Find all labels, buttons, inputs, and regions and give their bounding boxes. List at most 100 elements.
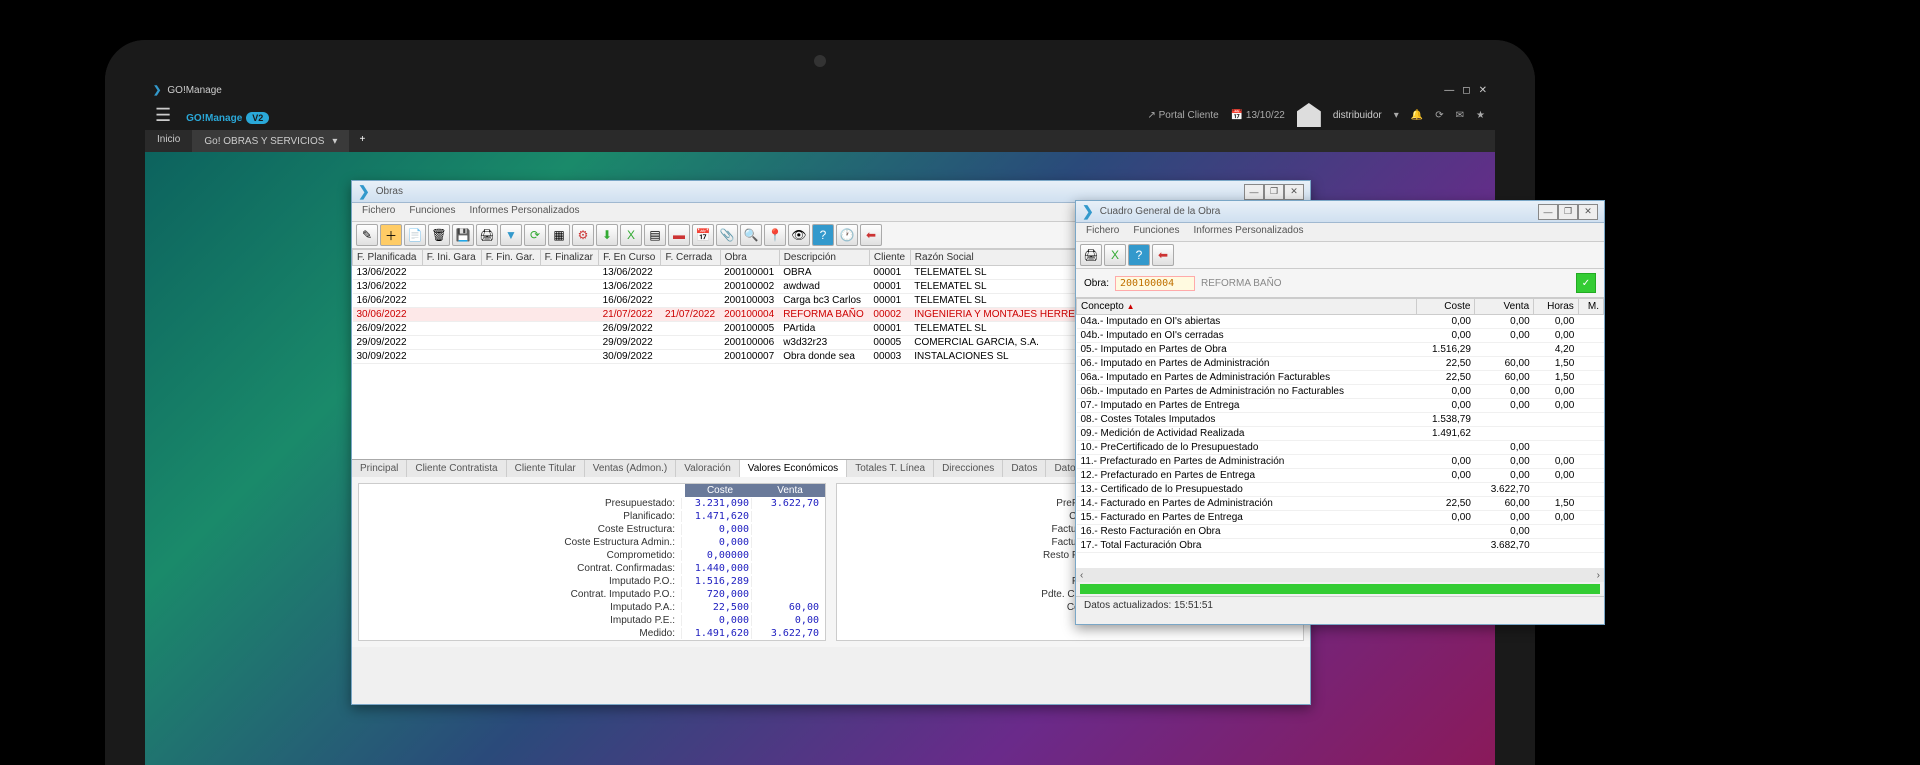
minimize-button[interactable]: —: [1444, 85, 1454, 96]
table-row[interactable]: 10.- PreCertificado de lo Presupuestado0…: [1077, 441, 1604, 455]
pin-icon[interactable]: 📍: [764, 224, 786, 246]
gear-icon[interactable]: ⚙: [572, 224, 594, 246]
tab-home[interactable]: Inicio: [145, 130, 192, 152]
exit-icon[interactable]: ⬅: [1152, 244, 1174, 266]
table-row[interactable]: 09.- Medición de Actividad Realizada1.49…: [1077, 427, 1604, 441]
filter-icon[interactable]: ▼: [500, 224, 522, 246]
tab-add-button[interactable]: +: [349, 130, 375, 152]
delete-icon[interactable]: 🗑: [428, 224, 450, 246]
tab-totales-t--l-nea[interactable]: Totales T. Línea: [847, 460, 934, 477]
xml-icon[interactable]: ⬇: [596, 224, 618, 246]
refresh-icon[interactable]: ⟳: [524, 224, 546, 246]
table-row[interactable]: 16.- Resto Facturación en Obra0,00: [1077, 525, 1604, 539]
cuadro-grid[interactable]: Concepto ▲CosteVentaHorasM. 04a.- Imputa…: [1076, 298, 1604, 568]
chevron-down-icon[interactable]: ▾: [1394, 110, 1399, 121]
table-row[interactable]: 11.- Prefacturado en Partes de Administr…: [1077, 455, 1604, 469]
col-header[interactable]: Venta: [1475, 299, 1534, 315]
menu-informes personalizados[interactable]: Informes Personalizados: [1194, 225, 1304, 239]
table-row[interactable]: 14.- Facturado en Partes de Administraci…: [1077, 497, 1604, 511]
excel-icon[interactable]: X: [620, 224, 642, 246]
mail-icon[interactable]: ✉: [1456, 110, 1464, 121]
col-header[interactable]: Coste: [1416, 299, 1475, 315]
table-row[interactable]: 15.- Facturado en Partes de Entrega0,000…: [1077, 511, 1604, 525]
col-header[interactable]: Cliente: [869, 250, 910, 266]
window-minimize[interactable]: —: [1244, 184, 1264, 200]
confirm-button[interactable]: ✓: [1576, 273, 1596, 293]
col-header[interactable]: F. Cerrada: [661, 250, 720, 266]
table-row[interactable]: 06a.- Imputado en Partes de Administraci…: [1077, 371, 1604, 385]
col-header[interactable]: Descripción: [779, 250, 869, 266]
exit-icon[interactable]: ⬅: [860, 224, 882, 246]
tab-dropdown-icon[interactable]: ▾: [332, 136, 337, 147]
table-row[interactable]: 07.- Imputado en Partes de Entrega0,000,…: [1077, 399, 1604, 413]
tab-direcciones[interactable]: Direcciones: [934, 460, 1003, 477]
table-row[interactable]: 12.- Prefacturado en Partes de Entrega0,…: [1077, 469, 1604, 483]
user-avatar-icon[interactable]: [1297, 103, 1321, 127]
print-icon[interactable]: 🖨: [1080, 244, 1102, 266]
calendar-icon[interactable]: ▬: [668, 224, 690, 246]
tab-valores-econ-micos[interactable]: Valores Económicos: [740, 460, 847, 477]
menu-icon[interactable]: ☰: [155, 105, 171, 126]
window-minimize[interactable]: —: [1538, 204, 1558, 220]
help-icon[interactable]: ?: [1128, 244, 1150, 266]
table-row[interactable]: 08.- Costes Totales Imputados1.538,79: [1077, 413, 1604, 427]
grid-icon[interactable]: ▦: [548, 224, 570, 246]
col-header[interactable]: Concepto ▲: [1077, 299, 1417, 315]
menu-funciones[interactable]: Funciones: [1133, 225, 1179, 239]
col-header[interactable]: Obra: [720, 250, 779, 266]
help-icon[interactable]: ?: [812, 224, 834, 246]
col-header[interactable]: F. Planificada: [353, 250, 423, 266]
window-restore[interactable]: ❐: [1558, 204, 1578, 220]
table-row[interactable]: 04b.- Imputado en OI's cerradas0,000,000…: [1077, 329, 1604, 343]
copy-icon[interactable]: 📄: [404, 224, 426, 246]
col-header[interactable]: F. Fin. Gar.: [481, 250, 540, 266]
menu-informes personalizados[interactable]: Informes Personalizados: [470, 205, 580, 219]
table-icon[interactable]: ▤: [644, 224, 666, 246]
tab-cliente-contratista[interactable]: Cliente Contratista: [407, 460, 506, 477]
window-close[interactable]: ✕: [1578, 204, 1598, 220]
obra-code-input[interactable]: [1115, 276, 1195, 291]
view-icon[interactable]: 👁: [788, 224, 810, 246]
save-icon[interactable]: 💾: [452, 224, 474, 246]
portal-link[interactable]: ↗ Portal Cliente: [1147, 110, 1218, 121]
obra-selector: Obra: REFORMA BAÑO ✓: [1076, 269, 1604, 298]
close-button[interactable]: ✕: [1479, 85, 1487, 96]
table-row[interactable]: 06b.- Imputado en Partes de Administraci…: [1077, 385, 1604, 399]
table-row[interactable]: 04a.- Imputado en OI's abiertas0,000,000…: [1077, 315, 1604, 329]
tab-obras-servicios[interactable]: Go! OBRAS Y SERVICIOS ▾: [192, 130, 349, 152]
search-icon[interactable]: 🔍: [740, 224, 762, 246]
horizontal-scrollbar[interactable]: ‹›: [1076, 568, 1604, 582]
bell-icon[interactable]: 🔔: [1411, 110, 1423, 121]
menu-fichero[interactable]: Fichero: [362, 205, 395, 219]
menu-funciones[interactable]: Funciones: [409, 205, 455, 219]
tab-cliente-titular[interactable]: Cliente Titular: [507, 460, 585, 477]
window-close[interactable]: ✕: [1284, 184, 1304, 200]
table-row[interactable]: 06.- Imputado en Partes de Administració…: [1077, 357, 1604, 371]
refresh-icon[interactable]: ⟳: [1435, 110, 1443, 121]
table-row[interactable]: 13.- Certificado de lo Presupuestado3.62…: [1077, 483, 1604, 497]
tab-datos[interactable]: Datos: [1003, 460, 1046, 477]
excel-icon[interactable]: X: [1104, 244, 1126, 266]
col-header[interactable]: F. Finalizar: [540, 250, 598, 266]
tab-principal[interactable]: Principal: [352, 460, 407, 477]
table-row[interactable]: 17.- Total Facturación Obra3.682,70: [1077, 539, 1604, 553]
calendar2-icon[interactable]: 📅: [692, 224, 714, 246]
tab-valoraci-n[interactable]: Valoración: [676, 460, 740, 477]
menu-fichero[interactable]: Fichero: [1086, 225, 1119, 239]
col-header[interactable]: M.: [1578, 299, 1603, 315]
clock-icon[interactable]: 🕐: [836, 224, 858, 246]
maximize-button[interactable]: ◻: [1462, 85, 1470, 96]
window-titlebar[interactable]: ❯ Cuadro General de la Obra — ❐ ✕: [1076, 201, 1604, 223]
col-header[interactable]: F. Ini. Gara: [422, 250, 481, 266]
attach-icon[interactable]: 📎: [716, 224, 738, 246]
col-header[interactable]: Horas: [1534, 299, 1579, 315]
tab-ventas--admon--[interactable]: Ventas (Admon.): [585, 460, 676, 477]
new-icon[interactable]: ＋: [380, 224, 402, 246]
print-icon[interactable]: 🖨: [476, 224, 498, 246]
window-restore[interactable]: ❐: [1264, 184, 1284, 200]
edit-icon[interactable]: ✎: [356, 224, 378, 246]
table-row[interactable]: 05.- Imputado en Partes de Obra1.516,294…: [1077, 343, 1604, 357]
user-name[interactable]: distribuidor: [1333, 110, 1382, 121]
star-icon[interactable]: ★: [1476, 110, 1485, 121]
col-header[interactable]: F. En Curso: [599, 250, 661, 266]
